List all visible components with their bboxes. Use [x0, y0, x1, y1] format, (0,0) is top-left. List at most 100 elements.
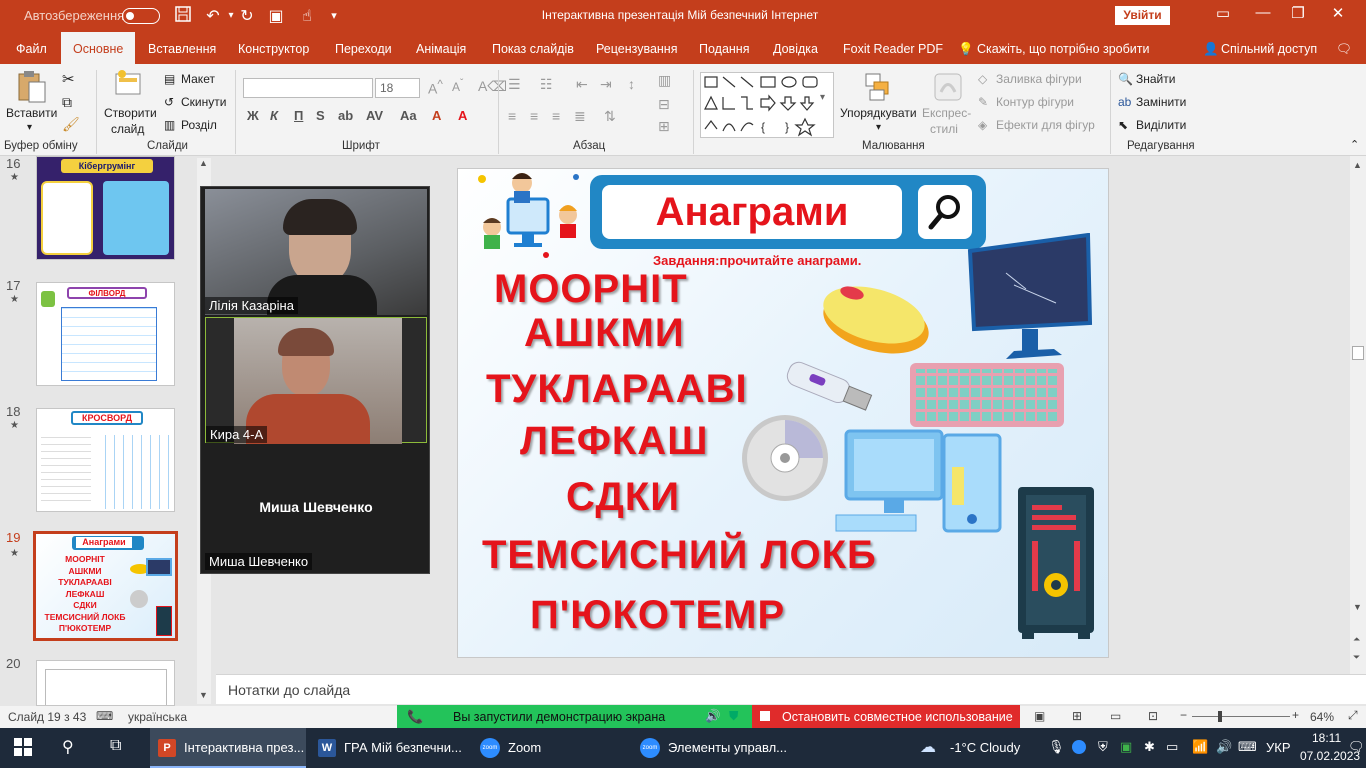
find-button[interactable]: Знайти [1136, 72, 1175, 86]
font-size-input[interactable]: 18 [375, 78, 420, 98]
new-slide-icon[interactable] [114, 68, 144, 103]
section-button[interactable]: Розділ [181, 118, 217, 132]
change-case-icon[interactable]: Aa [400, 108, 417, 123]
font-name-input[interactable] [243, 78, 373, 98]
editor-scrollbar[interactable]: ▲ ▼ ⏶ ⏷ [1350, 156, 1366, 674]
select-button[interactable]: Виділити [1136, 118, 1186, 132]
anagram-word[interactable]: П'ЮКОТЕМР [530, 593, 785, 638]
numbering-icon[interactable]: ☷ [540, 76, 553, 93]
bold-button[interactable]: Ж [247, 108, 259, 123]
windows-start-icon[interactable] [14, 738, 32, 759]
stop-share-label[interactable]: Остановить совместное использование [782, 710, 1013, 724]
restore-icon[interactable]: ❐ [1283, 4, 1313, 22]
shapes-gallery[interactable]: {} [700, 72, 834, 138]
tab-design[interactable]: Конструктор [238, 32, 309, 64]
select-icon[interactable]: ⬉ [1118, 118, 1128, 132]
anagram-word[interactable]: ТУКЛАРААВІ [486, 367, 748, 412]
shape-outline-button[interactable]: Контур фігури [996, 95, 1074, 109]
zoom-tray-icon[interactable] [1072, 740, 1086, 754]
security-icon[interactable]: ⛊ [729, 709, 738, 724]
quick-styles-icon[interactable] [933, 72, 963, 107]
anagram-word[interactable]: СДКИ [566, 475, 680, 520]
char-spacing-icon[interactable]: AV [366, 108, 383, 123]
arrange-button[interactable]: Упорядкувати [840, 106, 917, 120]
taskbar-app-powerpoint[interactable]: P Інтерактивна през... [150, 728, 306, 768]
comments-icon[interactable]: 🗨 [1336, 32, 1352, 64]
green-tray-icon[interactable]: ▣ [1120, 739, 1132, 755]
new-slide-label-1[interactable]: Створити [104, 106, 157, 120]
search-icon[interactable]: ⚲ [62, 737, 74, 757]
slide-sorter-icon[interactable]: ⊞ [1072, 709, 1082, 723]
tell-me-icon[interactable]: 💡 [958, 32, 974, 64]
scroll-down-icon[interactable]: ▼ [199, 690, 208, 700]
zoom-out-icon[interactable]: − [1180, 708, 1187, 722]
zoom-video-panel[interactable]: Лілія Казаріна Кира 4-А Миша Шевченко Ми… [200, 186, 430, 574]
customize-qat-icon[interactable]: ▾ [324, 9, 344, 22]
tab-view[interactable]: Подання [699, 32, 749, 64]
tab-slideshow[interactable]: Показ слайдів [492, 32, 574, 64]
anagram-word[interactable]: МООРНІТ [494, 267, 688, 312]
font-color-icon[interactable]: A [458, 108, 467, 123]
replace-icon[interactable]: ab [1118, 95, 1131, 109]
decrease-indent-icon[interactable]: ⇤ [576, 76, 588, 93]
clear-formatting-icon[interactable]: A⌫ [478, 78, 507, 95]
share-button[interactable]: Спільний доступ [1221, 32, 1317, 64]
align-left-icon[interactable]: ≡ [508, 108, 516, 124]
previous-slide-icon[interactable]: ⏶ [1353, 634, 1360, 645]
spellcheck-icon[interactable]: ⌨ [96, 709, 113, 723]
shape-fill-icon[interactable]: ◇ [978, 72, 987, 86]
justify-icon[interactable]: ≣ [574, 108, 586, 125]
fit-to-window-icon[interactable]: ⤢ [1348, 708, 1358, 723]
section-icon[interactable]: ▥ [164, 118, 175, 132]
redo-icon[interactable]: ↻ [237, 6, 257, 26]
slide-thumbnail-16[interactable]: Кібергрумінг [36, 156, 175, 260]
task-view-icon[interactable]: ⧉ [110, 737, 121, 755]
smartart-icon[interactable]: ⊞ [658, 118, 670, 135]
cut-icon[interactable]: ✂ [62, 70, 75, 88]
layout-button[interactable]: Макет [181, 72, 215, 86]
shapes-more-icon[interactable]: ▾ [820, 92, 825, 103]
replace-button[interactable]: Замінити [1136, 95, 1186, 109]
arrange-dropdown-icon[interactable]: ▾ [876, 122, 881, 133]
align-right-icon[interactable]: ≡ [552, 108, 560, 124]
taskbar-app-word[interactable]: W ГРА Мій безпечни... [312, 728, 468, 768]
undo-icon[interactable]: ↶ [203, 6, 223, 26]
text-shadow-icon[interactable]: ab [338, 108, 353, 123]
microphone-icon[interactable]: 🎙 [1048, 739, 1065, 755]
anagram-word[interactable]: ЛЕФКАШ [520, 419, 708, 464]
tab-animations[interactable]: Анімація [416, 32, 466, 64]
zoom-slider-thumb[interactable] [1218, 711, 1222, 722]
video-tile-3[interactable]: Миша Шевченко Миша Шевченко [205, 445, 427, 571]
tab-home[interactable]: Основне [61, 32, 136, 64]
save-icon[interactable] [173, 6, 193, 27]
slideshow-icon[interactable]: ⊡ [1148, 709, 1158, 723]
taskbar-app-zoom[interactable]: zoom Zoom [474, 728, 630, 768]
shape-fill-button[interactable]: Заливка фігури [996, 72, 1082, 86]
volume-icon[interactable]: 🔊 [1216, 739, 1232, 755]
video-tile-2[interactable]: Кира 4-А [205, 317, 427, 444]
keyboard-icon[interactable]: ⌨ [1238, 739, 1257, 755]
zoom-slider[interactable] [1192, 716, 1290, 717]
stop-share-button[interactable]: Остановить совместное использование [752, 705, 1020, 729]
quick-styles-label-1[interactable]: Експрес- [922, 106, 971, 120]
security-tray-icon[interactable]: ⛨ [1098, 739, 1108, 755]
columns-icon[interactable]: ▥ [658, 72, 671, 89]
next-slide-icon[interactable]: ⏷ [1353, 652, 1360, 663]
notes-placeholder[interactable]: Нотатки до слайда [228, 682, 350, 698]
input-language[interactable]: УКР [1266, 740, 1291, 755]
reset-icon[interactable]: ↺ [164, 95, 174, 109]
copy-icon[interactable]: ⧉ [62, 94, 72, 111]
highlight-color-icon[interactable]: A [432, 108, 441, 123]
notes-pane[interactable]: Нотатки до слайда [216, 674, 1366, 704]
arrange-icon[interactable] [864, 72, 894, 107]
anagram-word[interactable]: ТЕМСИСНИЙ ЛОКБ [482, 533, 877, 578]
weather-text[interactable]: -1°C Cloudy [950, 740, 1020, 755]
clock-time[interactable]: 18:11 [1312, 731, 1341, 745]
touch-mode-icon[interactable]: ☝ [297, 6, 317, 26]
format-painter-icon[interactable]: 🖌 [62, 116, 80, 133]
line-spacing-icon[interactable]: ↕ [628, 76, 635, 92]
layout-icon[interactable]: ▤ [164, 72, 175, 86]
anagram-word[interactable]: АШКМИ [524, 311, 685, 356]
grow-font-icon[interactable]: A^ [428, 78, 443, 97]
paste-icon[interactable] [16, 70, 48, 109]
